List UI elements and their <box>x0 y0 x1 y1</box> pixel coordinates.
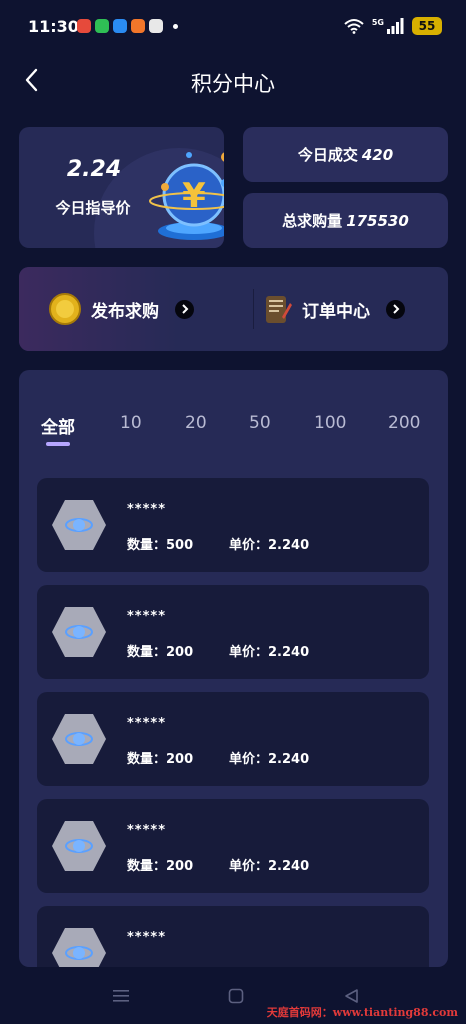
menu-button[interactable] <box>111 986 131 1006</box>
order-center-button[interactable]: 订单中心 <box>264 267 405 351</box>
triangle-back-icon <box>345 989 358 1003</box>
total-demand-stat: 总求购量 175530 <box>243 193 448 248</box>
menu-icon <box>113 990 129 1002</box>
list-item[interactable]: ***** 数量：500 单价：2.240 <box>37 478 429 572</box>
product-hexagon-icon <box>52 500 106 550</box>
status-indicators: 5G 55 <box>344 17 442 35</box>
more-notifications-dot <box>173 23 178 29</box>
item-quantity: 数量：200 <box>127 752 194 767</box>
item-name: ***** <box>127 930 166 945</box>
gold-coin-icon <box>49 293 81 325</box>
screen: 11:30 5G 55 积分中心 2.24 今日指导价 ¥ 今日成交 420 总… <box>0 0 466 1024</box>
divider <box>253 289 254 329</box>
demand-list-card: 全部 10 20 50 100 200 ***** 数量：500 单价：2.24… <box>19 370 448 967</box>
notification-icons <box>77 19 178 33</box>
item-meta: 数量：500 单价：2.240 <box>127 534 309 553</box>
square-home-icon <box>228 988 244 1004</box>
tab-all[interactable]: 全部 <box>41 413 75 438</box>
signal-icon <box>387 18 404 34</box>
list-item[interactable]: ***** <box>37 906 429 967</box>
weibo-app-icon <box>77 19 91 33</box>
total-demand-label: 总求购量 <box>282 212 343 230</box>
tab-20[interactable]: 20 <box>185 413 207 433</box>
status-bar: 11:30 5G 55 <box>0 0 466 56</box>
item-quantity: 数量：200 <box>127 859 194 874</box>
total-demand-value: 175530 <box>346 211 409 230</box>
header: 积分中心 <box>0 56 466 104</box>
shop-app-icon <box>131 19 145 33</box>
list-item[interactable]: ***** 数量：200 单价：2.240 <box>37 799 429 893</box>
battery-indicator: 55 <box>412 17 442 35</box>
item-unit-price: 单价：2.240 <box>229 752 310 767</box>
product-hexagon-icon <box>52 607 106 657</box>
wifi-icon <box>344 19 364 34</box>
order-center-label: 订单中心 <box>302 301 370 322</box>
item-quantity: 数量：500 <box>127 538 194 553</box>
item-name: ***** <box>127 823 166 838</box>
guide-price-label: 今日指导价 <box>55 199 131 217</box>
guide-price-card: 2.24 今日指导价 ¥ <box>19 127 224 248</box>
chevron-right-icon <box>175 299 194 319</box>
publish-request-button[interactable]: 发布求购 <box>49 267 194 351</box>
calendar-app-icon <box>149 19 163 33</box>
tab-200[interactable]: 200 <box>388 413 420 433</box>
page-title: 积分中心 <box>191 72 275 96</box>
tab-50[interactable]: 50 <box>249 413 271 433</box>
item-meta: 数量：200 单价：2.240 <box>127 748 309 767</box>
item-name: ***** <box>127 609 166 624</box>
item-quantity: 数量：200 <box>127 645 194 660</box>
item-unit-price: 单价：2.240 <box>229 538 310 553</box>
today-deals-label: 今日成交 <box>297 146 358 164</box>
item-name: ***** <box>127 716 166 731</box>
chevron-right-icon <box>386 299 405 319</box>
active-tab-indicator <box>46 442 70 446</box>
yuan-coin-icon: ¥ <box>149 152 224 240</box>
status-time: 11:30 <box>28 17 79 36</box>
item-meta: 数量：200 单价：2.240 <box>127 855 309 874</box>
product-hexagon-icon <box>52 928 106 967</box>
browser-app-icon <box>113 19 127 33</box>
today-deals-stat: 今日成交 420 <box>243 127 448 182</box>
item-name: ***** <box>127 502 166 517</box>
item-unit-price: 单价：2.240 <box>229 645 310 660</box>
clipboard-icon <box>266 296 292 323</box>
publish-request-label: 发布求购 <box>91 301 159 322</box>
network-type: 5G <box>371 17 384 27</box>
home-button[interactable] <box>226 986 246 1006</box>
svg-text:¥: ¥ <box>182 176 206 216</box>
tab-100[interactable]: 100 <box>314 413 346 433</box>
item-unit-price: 单价：2.240 <box>229 859 310 874</box>
watermark: 天庭首码网：www.tianting88.com <box>266 1006 458 1019</box>
list-item[interactable]: ***** 数量：200 单价：2.240 <box>37 692 429 786</box>
tab-10[interactable]: 10 <box>120 413 142 433</box>
denomination-tabs: 全部 10 20 50 100 200 <box>19 370 448 450</box>
chat-app-icon <box>95 19 109 33</box>
action-card: 发布求购 订单中心 <box>19 267 448 351</box>
product-hexagon-icon <box>52 714 106 764</box>
list-item[interactable]: ***** 数量：200 单价：2.240 <box>37 585 429 679</box>
item-meta: 数量：200 单价：2.240 <box>127 641 309 660</box>
product-hexagon-icon <box>52 821 106 871</box>
back-nav-button[interactable] <box>341 986 361 1006</box>
guide-price-value: 2.24 <box>66 157 122 182</box>
today-deals-value: 420 <box>361 145 394 164</box>
